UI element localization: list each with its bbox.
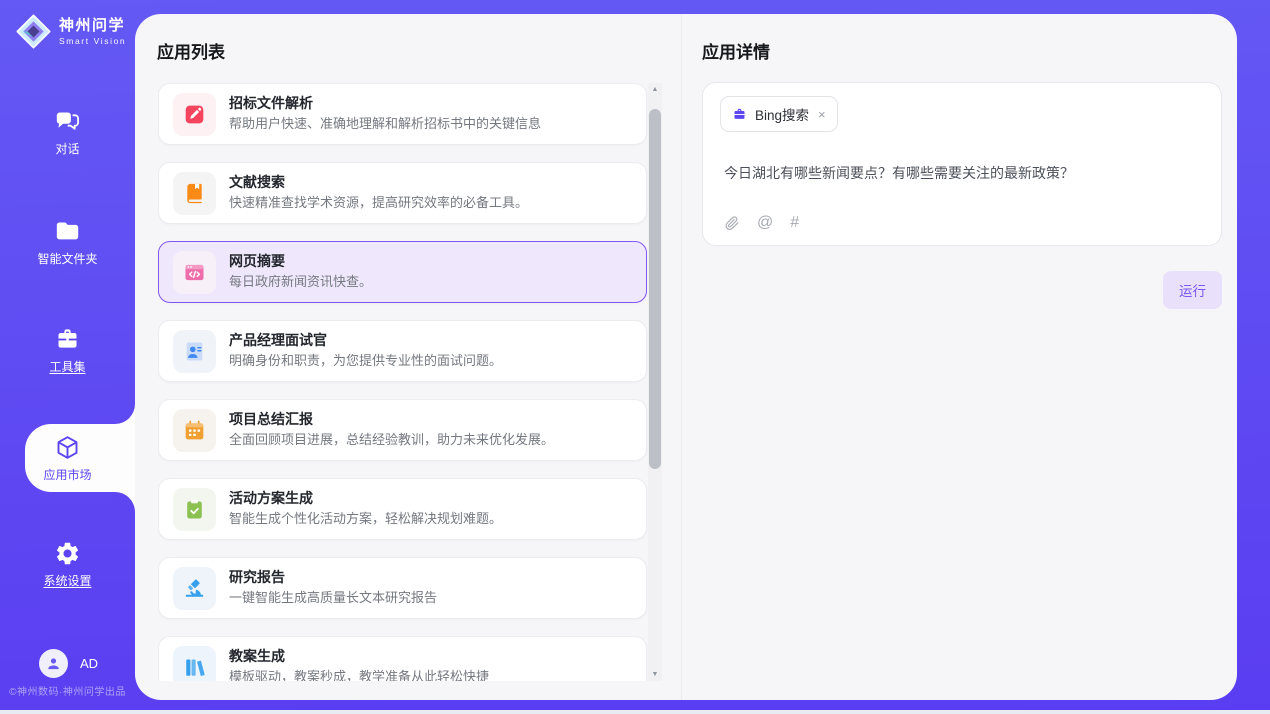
app-list-title: 应用列表 [157, 38, 225, 63]
person-doc-icon [173, 330, 216, 373]
calendar-icon [173, 409, 216, 452]
tab-fillet-bottom [115, 492, 135, 512]
sidebar-item-label: 应用市场 [43, 469, 91, 481]
app-card-title: 项目总结汇报 [229, 412, 554, 426]
avatar [39, 649, 68, 678]
app-card-text: 网页摘要每日政府新闻资讯快查。 [229, 254, 372, 290]
browser-code-icon [173, 251, 216, 294]
panel-divider [681, 14, 682, 700]
person-icon [45, 655, 62, 672]
bottom-edge [0, 710, 1270, 714]
app-card-text: 项目总结汇报全面回顾项目进展，总结经验教训，助力未来优化发展。 [229, 412, 554, 448]
app-card-6[interactable]: 活动方案生成智能生成个性化活动方案，轻松解决规划难题。 [158, 478, 647, 540]
app-card-desc: 一键智能生成高质量长文本研究报告 [229, 591, 437, 606]
app-list: 招标文件解析帮助用户快速、准确地理解和解析招标书中的关键信息文献搜索快速精准查找… [158, 83, 664, 681]
app-card-text: 研究报告一键智能生成高质量长文本研究报告 [229, 570, 437, 606]
sidebar-item-folders[interactable]: 智能文件夹 [0, 218, 135, 265]
user-initials: AD [80, 656, 98, 671]
run-button[interactable]: 运行 [1163, 271, 1222, 309]
app-card-1[interactable]: 招标文件解析帮助用户快速、准确地理解和解析招标书中的关键信息 [158, 83, 647, 145]
app-card-title: 文献搜索 [229, 175, 528, 189]
app-card-4[interactable]: 产品经理面试官明确身份和职责，为您提供专业性的面试问题。 [158, 320, 647, 382]
app-card-title: 研究报告 [229, 570, 437, 584]
app-card-8[interactable]: 教案生成模板驱动，教案秒成，教学准备从此轻松快捷 [158, 636, 647, 681]
gear-icon [54, 540, 81, 567]
brand-logo-icon [15, 13, 52, 50]
scroll-up-icon[interactable]: ▲ [648, 86, 662, 93]
app-card-text: 文献搜索快速精准查找学术资源，提高研究效率的必备工具。 [229, 175, 528, 211]
app-card-desc: 全面回顾项目进展，总结经验教训，助力未来优化发展。 [229, 433, 554, 448]
scrollbar-thumb[interactable] [649, 109, 661, 469]
sidebar-item-label: 智能文件夹 [37, 253, 97, 265]
clipboard-check-icon [173, 488, 216, 531]
sidebar-item-market[interactable]: 应用市场 [0, 434, 135, 481]
briefcase-icon [732, 107, 747, 122]
app-card-desc: 明确身份和职责，为您提供专业性的面试问题。 [229, 354, 502, 369]
app-card-desc: 快速精准查找学术资源，提高研究效率的必备工具。 [229, 196, 528, 211]
tool-chip-bing-search[interactable]: Bing搜索 × [720, 96, 838, 132]
copyright: ©神州数码·神州问学出品 [0, 683, 135, 698]
sidebar-item-settings[interactable]: 系统设置 [0, 540, 135, 587]
folder-icon [54, 218, 81, 245]
app-card-title: 产品经理面试官 [229, 333, 502, 347]
sidebar-item-label: 系统设置 [43, 575, 91, 587]
app-card-7[interactable]: 研究报告一键智能生成高质量长文本研究报告 [158, 557, 647, 619]
app-card-desc: 帮助用户快速、准确地理解和解析招标书中的关键信息 [229, 117, 541, 132]
app-card-desc: 模板驱动，教案秒成，教学准备从此轻松快捷 [229, 670, 489, 681]
app-card-text: 产品经理面试官明确身份和职责，为您提供专业性的面试问题。 [229, 333, 502, 369]
scroll-down-icon[interactable]: ▼ [648, 671, 662, 678]
paperclip-icon[interactable] [724, 215, 740, 231]
sidebar-item-label: 工具集 [49, 361, 85, 373]
app-card-title: 活动方案生成 [229, 491, 502, 505]
brand-name: 神州问学 [59, 17, 126, 36]
microscope-icon [173, 567, 216, 610]
app-card-5[interactable]: 项目总结汇报全面回顾项目进展，总结经验教训，助力未来优化发展。 [158, 399, 647, 461]
app-detail-card: Bing搜索 × 今日湖北有哪些新闻要点？有哪些需要关注的最新政策？ @ # [702, 82, 1222, 246]
pen-square-icon [173, 93, 216, 136]
input-toolbar: @ # [724, 215, 799, 231]
app-card-title: 教案生成 [229, 649, 489, 663]
app-list-scrollbar[interactable]: ▲ ▼ [648, 83, 662, 681]
book-icon [173, 172, 216, 215]
brand-tagline: Smart Vision [59, 36, 126, 46]
app-card-text: 招标文件解析帮助用户快速、准确地理解和解析招标书中的关键信息 [229, 96, 541, 132]
chat-icon [54, 108, 81, 135]
brand: 神州问学 Smart Vision [15, 13, 126, 50]
cube-icon [54, 434, 81, 461]
app-window: 神州问学 Smart Vision 对话智能文件夹工具集应用市场系统设置 AD … [0, 0, 1270, 714]
app-card-title: 招标文件解析 [229, 96, 541, 110]
content-panel: 应用列表 应用详情 招标文件解析帮助用户快速、准确地理解和解析招标书中的关键信息… [135, 14, 1237, 700]
sidebar-item-chat[interactable]: 对话 [0, 108, 135, 155]
sidebar-item-label: 对话 [55, 143, 79, 155]
app-card-text: 教案生成模板驱动，教案秒成，教学准备从此轻松快捷 [229, 649, 489, 681]
books-icon [173, 646, 216, 682]
tab-fillet-top [115, 404, 135, 424]
sidebar-item-tools[interactable]: 工具集 [0, 326, 135, 373]
app-card-title: 网页摘要 [229, 254, 372, 268]
tool-chip-label: Bing搜索 [755, 104, 809, 124]
app-card-desc: 智能生成个性化活动方案，轻松解决规划难题。 [229, 512, 502, 527]
toolbox-icon [54, 326, 81, 353]
app-detail-title: 应用详情 [702, 38, 770, 63]
mention-icon[interactable]: @ [757, 215, 773, 231]
app-card-3[interactable]: 网页摘要每日政府新闻资讯快查。 [158, 241, 647, 303]
query-input[interactable]: 今日湖北有哪些新闻要点？有哪些需要关注的最新政策？ [724, 164, 1201, 182]
user-account[interactable]: AD [39, 649, 98, 678]
hash-icon[interactable]: # [790, 215, 799, 231]
app-card-text: 活动方案生成智能生成个性化活动方案，轻松解决规划难题。 [229, 491, 502, 527]
app-card-2[interactable]: 文献搜索快速精准查找学术资源，提高研究效率的必备工具。 [158, 162, 647, 224]
app-card-desc: 每日政府新闻资讯快查。 [229, 275, 372, 290]
chip-close-icon[interactable]: × [818, 108, 826, 121]
